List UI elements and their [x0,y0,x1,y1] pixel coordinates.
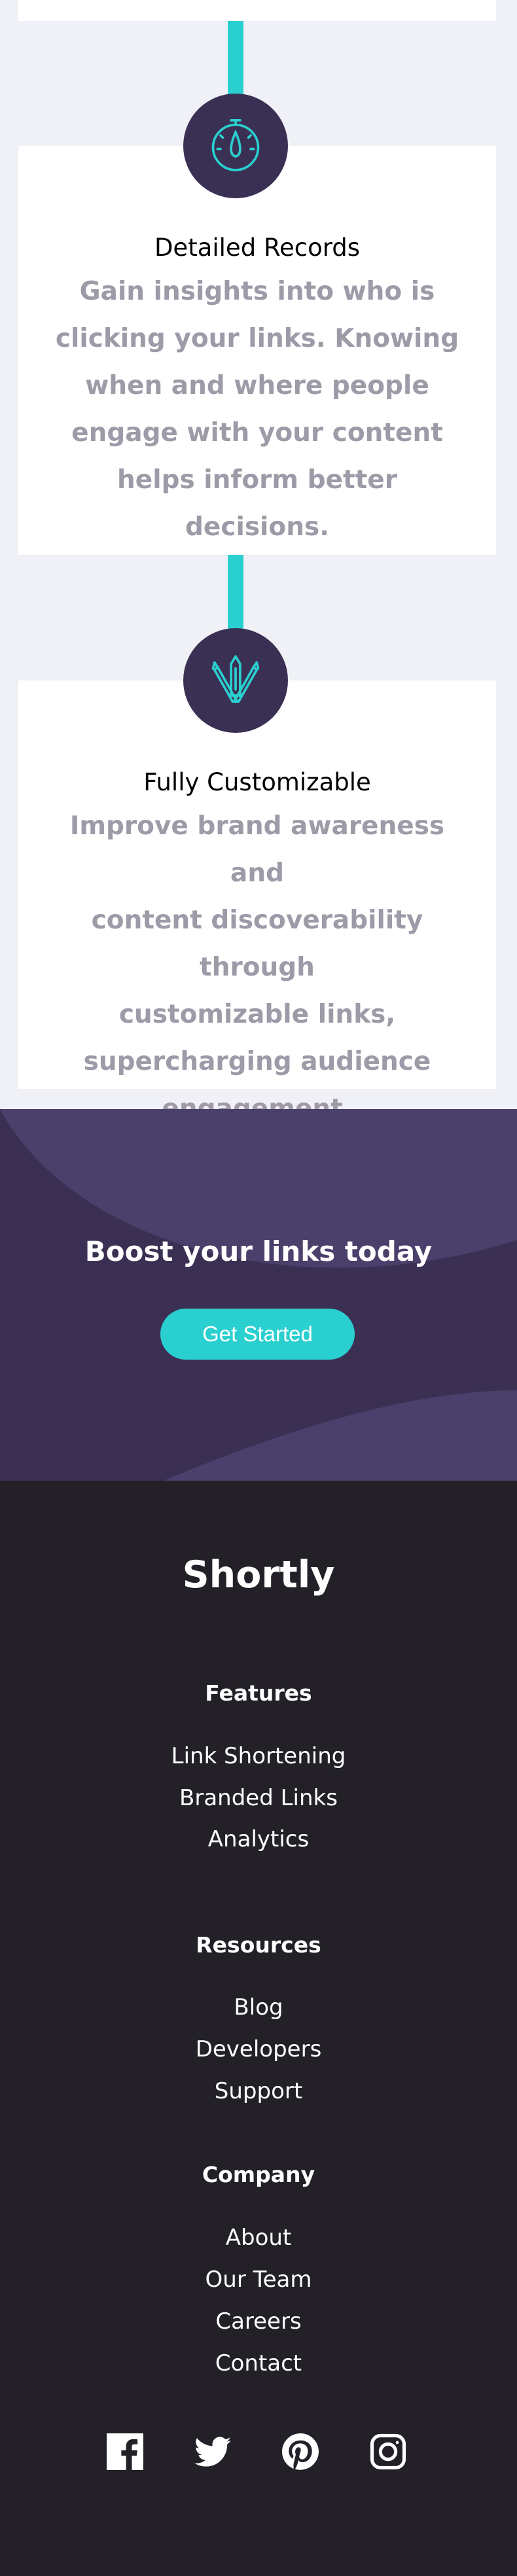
feature-description-line: Gain insights into who is [79,277,435,306]
feature-description: Gain insights into who is clicking your … [45,268,470,551]
feature-description-line: supercharging audience [83,1047,431,1076]
feature-description: Improve brand awareness and content disc… [45,803,470,1133]
footer-link[interactable]: Analytics [0,1826,517,1852]
feature-description-line: content discoverability through [91,906,423,982]
footer-link[interactable]: Our Team [0,2267,517,2293]
feature-description-line: helps inform better decisions. [117,465,397,542]
feature-icon-circle [183,628,288,733]
feature-card-previous [18,0,496,21]
feature-description-line: clicking your links. Knowing [55,324,459,353]
footer-link[interactable]: Developers [0,2036,517,2062]
footer-link[interactable]: Careers [0,2308,517,2335]
footer-link[interactable]: Blog [0,1994,517,2020]
footer-link[interactable]: About [0,2225,517,2251]
pinterest-icon[interactable] [282,2433,319,2470]
feature-icon-circle [183,94,288,198]
feature-card-detailed-records: Detailed Records Gain insights into who … [18,146,496,555]
get-started-button[interactable]: Get Started [160,1309,355,1360]
feature-title: Detailed Records [154,234,361,262]
feature-description-line: customizable links, [118,1000,396,1029]
instagram-icon[interactable] [370,2433,406,2470]
footer-link[interactable]: Support [0,2078,517,2104]
gauge-icon [211,119,260,171]
footer: Shortly Features Link Shortening Branded… [0,1481,517,2576]
boost-background-curves [0,1109,517,1481]
boost-section: Boost your links today Get Started [0,1109,517,1481]
pens-icon [211,655,260,703]
footer-heading-features: Features [205,1680,312,1706]
footer-logo[interactable]: Shortly [0,1553,517,1597]
facebook-icon[interactable] [107,2433,143,2470]
footer-link[interactable]: Branded Links [0,1785,517,1811]
footer-heading-company: Company [202,2162,315,2187]
feature-description-line: engage with your content [71,418,443,448]
feature-description-line: when and where people [85,371,429,400]
footer-heading-resources: Resources [196,1932,321,1958]
feature-card-fully-customizable: Fully Customizable Improve brand awarene… [18,680,496,1123]
feature-description-line: Improve brand awareness and [69,811,445,888]
footer-link[interactable]: Contact [0,2350,517,2376]
feature-title: Fully Customizable [143,768,371,796]
twitter-icon[interactable] [194,2433,231,2470]
boost-title: Boost your links today [84,1235,433,1267]
footer-link[interactable]: Link Shortening [0,1743,517,1769]
